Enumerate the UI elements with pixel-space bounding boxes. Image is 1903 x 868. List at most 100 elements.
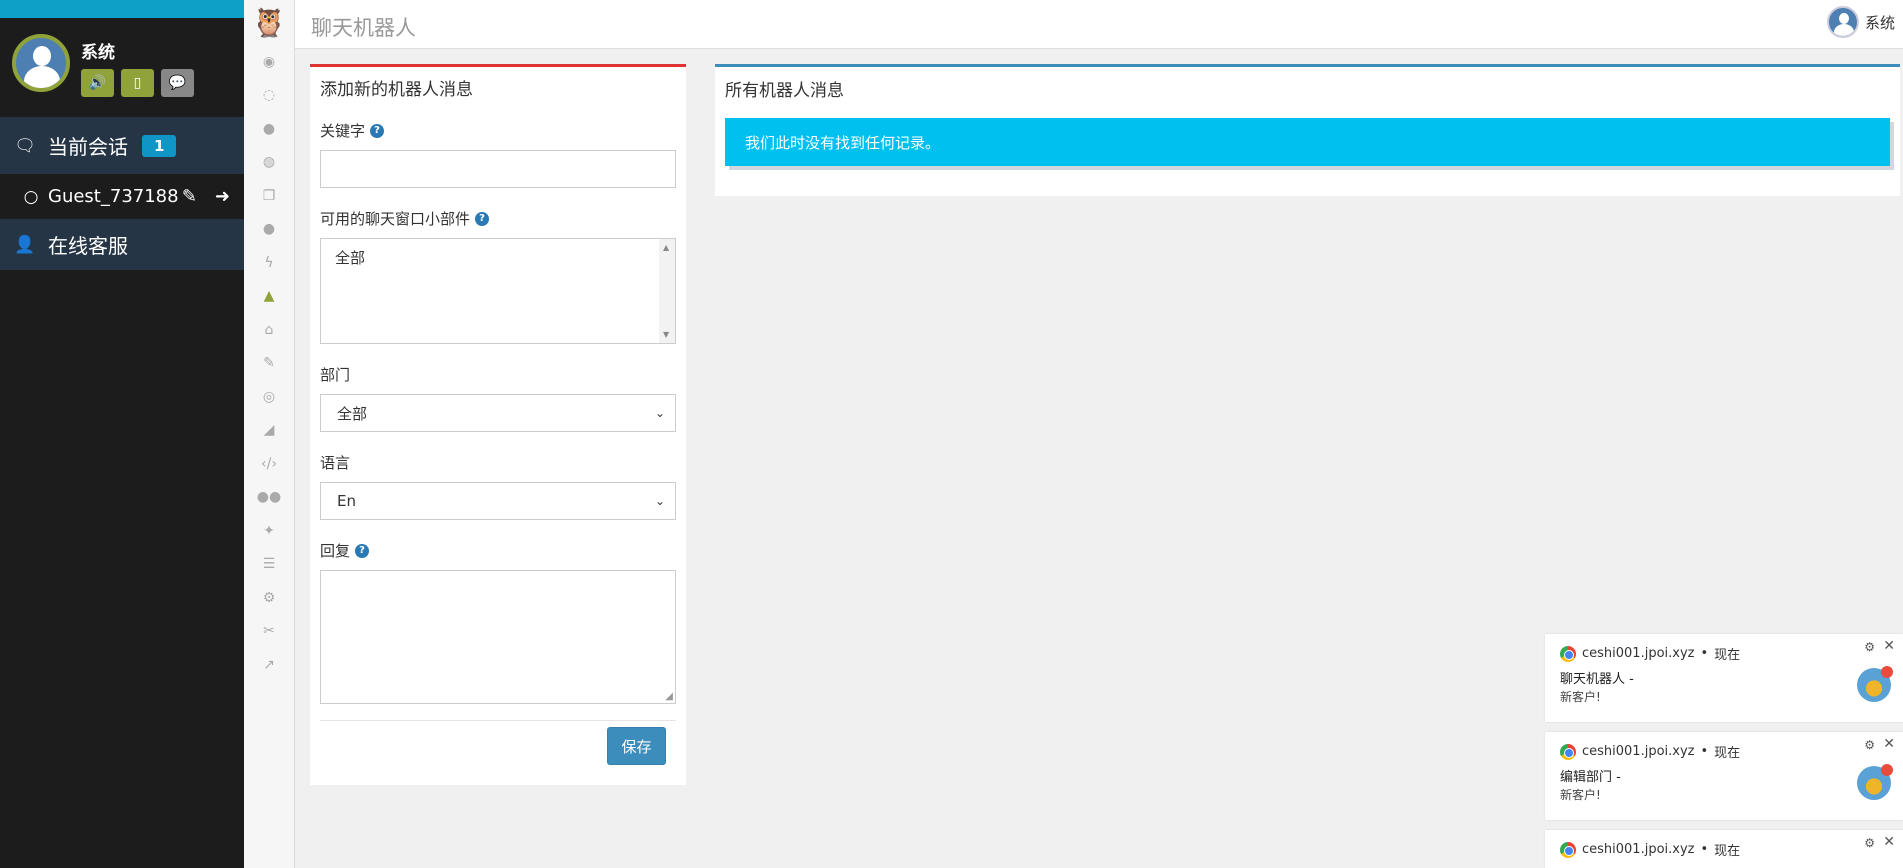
close-icon[interactable]: ✕ xyxy=(1883,736,1895,752)
mobile-toggle-button[interactable]: ▯ xyxy=(121,69,154,97)
widgets-listbox[interactable]: 全部 ▲ ▼ xyxy=(320,238,676,344)
close-icon[interactable]: ✕ xyxy=(1883,638,1895,654)
owl-logo-icon[interactable]: 🦉 xyxy=(244,0,294,45)
comments-icon[interactable]: ◌ xyxy=(244,79,294,113)
pencil-icon[interactable]: ✎ xyxy=(182,186,197,207)
resize-handle-icon[interactable]: ◢ xyxy=(665,691,673,702)
comment-dots-icon[interactable]: ● xyxy=(244,112,294,146)
chrome-icon xyxy=(1560,645,1576,662)
language-value: En xyxy=(337,492,356,510)
panel-title: 所有机器人消息 xyxy=(725,81,844,101)
close-icon[interactable]: ✕ xyxy=(1883,834,1895,850)
header-user-menu[interactable]: 系统 xyxy=(1826,6,1895,38)
notification-source: ceshi001.jpoi.xyz xyxy=(1582,842,1695,857)
keyword-input[interactable] xyxy=(320,150,676,188)
sidebar-item-guest[interactable]: ○ Guest_737188 ✎ ➜ xyxy=(0,174,244,219)
add-bot-message-panel: 添加新的机器人消息 关键字 ? 可用的聊天窗口小部件 ? 全部 ▲ ▼ 部门 全… xyxy=(310,64,686,785)
avatar xyxy=(1826,6,1859,38)
list-alt-icon[interactable]: ☰ xyxy=(244,548,294,582)
empty-records-alert: 我们此时没有找到任何记录。 xyxy=(725,118,1890,166)
notification-time: 现在 xyxy=(1714,844,1741,859)
listbox-scrollbar[interactable]: ▲ ▼ xyxy=(659,239,675,343)
user-name: 系统 xyxy=(81,43,115,63)
comment-icon[interactable]: ● xyxy=(244,213,294,247)
chevron-down-icon: ⌄ xyxy=(654,406,665,420)
sidebar-item-online-support[interactable]: 👤 在线客服 xyxy=(0,219,244,270)
line-chart-icon[interactable]: ↗ xyxy=(244,648,294,682)
notification-source: ceshi001.jpoi.xyz xyxy=(1582,744,1695,759)
sidebar-item-label: 当前会话 xyxy=(48,135,128,159)
comment-icon: ○ xyxy=(23,186,39,207)
sidebar-item-current-sessions[interactable]: 🗨 当前会话 1 xyxy=(0,117,244,174)
question-icon[interactable]: ? xyxy=(355,543,370,558)
icon-rail: 🦉 ◉ ◌ ● ◍ ❐ ● ϟ ▲ ⌂ ✎ ◎ ◢ ‹/› ●● ✦ ☰ ⚙ ✂… xyxy=(244,0,295,868)
copy-icon[interactable]: ❐ xyxy=(244,179,294,213)
arrow-right-icon[interactable]: ➜ xyxy=(215,186,230,207)
top-header: 聊天机器人 系统 xyxy=(295,0,1903,49)
widgets-label: 可用的聊天窗口小部件 xyxy=(320,210,471,228)
header-user-name: 系统 xyxy=(1864,13,1895,32)
notification-image xyxy=(1857,764,1893,800)
scroll-up-icon[interactable]: ▲ xyxy=(663,243,669,252)
user-circle-icon[interactable]: ◎ xyxy=(244,380,294,414)
users-icon[interactable]: ●● xyxy=(244,481,294,515)
notification-title: 编辑部门 - xyxy=(1560,770,1621,785)
page-title: 聊天机器人 xyxy=(311,16,416,40)
department-value: 全部 xyxy=(337,404,368,423)
desktop-notification[interactable]: ceshi001.jpoi.xyz • 现在 ⚙ ✕ xyxy=(1545,830,1903,868)
gear-icon[interactable]: ⚙ xyxy=(1864,640,1875,654)
comments-icon: 🗨 xyxy=(14,135,36,156)
pencil-icon[interactable]: ✎ xyxy=(244,347,294,381)
bolt-icon[interactable]: ϟ xyxy=(244,246,294,280)
comments-alt-icon[interactable]: ◍ xyxy=(244,146,294,180)
widgets-option-all[interactable]: 全部 xyxy=(335,249,365,267)
sound-toggle-button[interactable]: 🔊 xyxy=(81,69,114,97)
notification-title: 聊天机器人 - xyxy=(1560,672,1634,687)
save-button[interactable]: 保存 xyxy=(607,727,666,765)
notification-time: 现在 xyxy=(1714,746,1741,761)
session-count-badge: 1 xyxy=(142,134,177,157)
notification-time: 现在 xyxy=(1714,648,1741,663)
code-icon[interactable]: ‹/› xyxy=(244,447,294,481)
notification-source: ceshi001.jpoi.xyz xyxy=(1582,646,1695,661)
guest-name: Guest_737188 xyxy=(48,186,179,207)
form-divider xyxy=(320,720,676,721)
notification-body: 新客户! xyxy=(1560,690,1601,704)
sidebar-top-bar xyxy=(0,0,244,18)
language-label: 语言 xyxy=(320,454,351,472)
left-sidebar: 系统 🔊 ▯ 💬 🗨 当前会话 1 ○ Guest_737188 ✎ ➜ 👤 在… xyxy=(0,0,244,868)
eye-icon[interactable]: ◉ xyxy=(244,45,294,79)
panel-title: 添加新的机器人消息 xyxy=(320,80,473,100)
question-icon[interactable]: ? xyxy=(475,211,490,226)
gear-icon[interactable]: ⚙ xyxy=(1864,738,1875,752)
chrome-icon xyxy=(1560,841,1576,858)
bank-icon[interactable]: ⌂ xyxy=(244,313,294,347)
notification-body: 新客户! xyxy=(1560,788,1601,802)
reply-label: 回复 xyxy=(320,542,351,560)
chrome-icon xyxy=(1560,743,1576,760)
area-chart-icon[interactable]: ◢ xyxy=(244,414,294,448)
user-panel: 系统 🔊 ▯ 💬 xyxy=(0,18,244,117)
reply-textarea[interactable]: ◢ xyxy=(320,570,676,704)
chevron-down-icon: ⌄ xyxy=(654,494,665,508)
wrench-icon[interactable]: ✂ xyxy=(244,615,294,649)
desktop-notification[interactable]: ceshi001.jpoi.xyz • 现在 聊天机器人 - 新客户! ⚙ ✕ xyxy=(1545,634,1903,722)
scroll-down-icon[interactable]: ▼ xyxy=(663,330,669,339)
desktop-notification[interactable]: ceshi001.jpoi.xyz • 现在 编辑部门 - 新客户! ⚙ ✕ xyxy=(1545,732,1903,820)
comments-icon: 💬 xyxy=(168,75,187,91)
language-select[interactable]: En ⌄ xyxy=(320,482,676,520)
chat-toggle-button[interactable]: 💬 xyxy=(161,69,194,97)
magic-icon[interactable]: ✦ xyxy=(244,514,294,548)
department-label: 部门 xyxy=(320,366,351,384)
avatar[interactable] xyxy=(12,34,70,92)
gear-icon[interactable]: ⚙ xyxy=(1864,836,1875,850)
all-bot-messages-panel: 所有机器人消息 我们此时没有找到任何记录。 xyxy=(715,64,1900,196)
volume-icon: 🔊 xyxy=(88,75,107,91)
sidebar-item-label: 在线客服 xyxy=(48,234,128,258)
notification-image xyxy=(1857,666,1893,702)
gear-icon[interactable]: ⚙ xyxy=(244,581,294,615)
department-select[interactable]: 全部 ⌄ xyxy=(320,394,676,432)
keyword-label: 关键字 xyxy=(320,122,366,140)
android-icon[interactable]: ▲ xyxy=(244,280,294,314)
question-icon[interactable]: ? xyxy=(370,123,385,138)
